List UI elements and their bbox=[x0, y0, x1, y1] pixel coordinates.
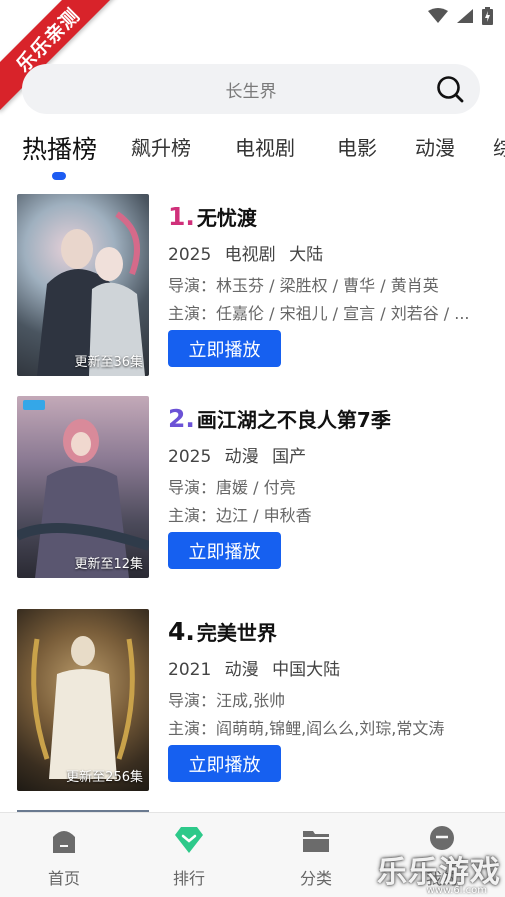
item-region: 大陆 bbox=[289, 245, 324, 265]
item-region: 中国大陆 bbox=[272, 660, 341, 680]
item-title[interactable]: 画江湖之不良人第7季 bbox=[197, 404, 391, 433]
title-row: 4. 完美世界 bbox=[168, 617, 277, 646]
list-item[interactable]: 更新至12集 2. 画江湖之不良人第7季 2025 动漫 国产 导演：唐媛 / … bbox=[0, 392, 505, 582]
poster-image[interactable]: 更新至12集 bbox=[17, 396, 149, 578]
episode-badge: 更新至12集 bbox=[74, 557, 143, 572]
item-director: 导演：林玉芬 / 梁胜权 / 曹华 / 黄肖英 bbox=[168, 276, 439, 295]
rank-number: 2. bbox=[168, 404, 195, 433]
item-year: 2025 bbox=[168, 245, 212, 265]
tab-variety[interactable]: 综 bbox=[493, 132, 505, 161]
item-actors: 主演：任嘉伦 / 宋祖儿 / 宣言 / 刘若谷 / ... bbox=[168, 304, 470, 323]
tab-movie[interactable]: 电影 bbox=[337, 132, 377, 161]
play-button[interactable]: 立即播放 bbox=[168, 532, 281, 569]
tab-anime[interactable]: 动漫 bbox=[415, 132, 455, 161]
category-tabs: 热播榜 飙升榜 电视剧 电影 动漫 综 bbox=[0, 124, 505, 184]
nav-category-label: 分类 bbox=[299, 869, 332, 888]
item-year: 2021 bbox=[168, 660, 212, 680]
item-type: 动漫 bbox=[224, 660, 259, 680]
play-button[interactable]: 立即播放 bbox=[168, 745, 281, 782]
status-icons bbox=[428, 7, 493, 25]
episode-badge: 更新至36集 bbox=[74, 355, 143, 370]
title-row: 2. 画江湖之不良人第7季 bbox=[168, 404, 391, 433]
poster-art bbox=[17, 400, 149, 578]
item-title[interactable]: 无忧渡 bbox=[197, 202, 257, 231]
nav-ranking[interactable]: 排行 bbox=[149, 825, 229, 889]
tab-indicator bbox=[52, 172, 66, 180]
ranking-icon bbox=[175, 827, 203, 853]
episode-badge: 更新至256集 bbox=[66, 770, 143, 785]
nav-category[interactable]: 分类 bbox=[276, 825, 356, 889]
item-meta: 2025 动漫 国产 bbox=[168, 442, 314, 467]
poster-image[interactable]: 更新至36集 bbox=[17, 194, 149, 376]
poster-art bbox=[31, 636, 135, 779]
item-actors: 主演：边江 / 申秋香 bbox=[168, 506, 312, 525]
tab-tv[interactable]: 电视剧 bbox=[235, 132, 295, 161]
battery-icon bbox=[482, 7, 493, 25]
folder-icon bbox=[303, 831, 329, 852]
item-actors: 主演：阎萌萌,锦鲤,阎么么,刘琮,常文涛 bbox=[168, 719, 445, 738]
item-director: 导演：唐媛 / 付亮 bbox=[168, 478, 296, 497]
item-region: 国产 bbox=[272, 447, 307, 467]
nav-home[interactable]: 首页 bbox=[24, 825, 104, 889]
item-title[interactable]: 完美世界 bbox=[197, 617, 277, 646]
item-type: 电视剧 bbox=[224, 245, 276, 265]
search-placeholder: 长生界 bbox=[225, 81, 277, 102]
item-year: 2025 bbox=[168, 447, 212, 467]
item-meta: 2025 电视剧 大陆 bbox=[168, 240, 331, 265]
item-director: 导演：汪成,张帅 bbox=[168, 691, 286, 710]
status-bar: 乐乐亲测 bbox=[0, 0, 505, 112]
item-type: 动漫 bbox=[224, 447, 259, 467]
search-bar[interactable]: 长生界 bbox=[22, 64, 480, 114]
item-meta: 2021 动漫 中国大陆 bbox=[168, 655, 348, 680]
watermark-url: www.6l.com bbox=[426, 885, 487, 896]
nav-ranking-label: 排行 bbox=[172, 869, 205, 888]
nav-home-label: 首页 bbox=[47, 869, 80, 888]
bottom-nav: 首页 排行 分类 我的 乐乐游戏 www.6l.com bbox=[0, 812, 505, 897]
rank-number: 4. bbox=[168, 617, 195, 646]
poster-art bbox=[37, 211, 145, 376]
title-row: 1. 无忧渡 bbox=[168, 202, 257, 231]
rank-number: 1. bbox=[168, 202, 195, 231]
list-item[interactable]: 更新至36集 1. 无忧渡 2025 电视剧 大陆 导演：林玉芬 / 梁胜权 /… bbox=[0, 190, 505, 380]
search-icon[interactable] bbox=[436, 75, 464, 103]
signal-icon bbox=[457, 9, 473, 23]
wifi-icon bbox=[428, 8, 448, 23]
poster-image[interactable]: 更新至256集 bbox=[17, 609, 149, 791]
play-button[interactable]: 立即播放 bbox=[168, 330, 281, 367]
home-icon bbox=[53, 831, 75, 853]
list-item[interactable]: 更新至256集 4. 完美世界 2021 动漫 中国大陆 导演：汪成,张帅 主演… bbox=[0, 605, 505, 795]
tab-hot[interactable]: 热播榜 bbox=[22, 130, 97, 166]
tab-rising[interactable]: 飙升榜 bbox=[131, 132, 191, 161]
